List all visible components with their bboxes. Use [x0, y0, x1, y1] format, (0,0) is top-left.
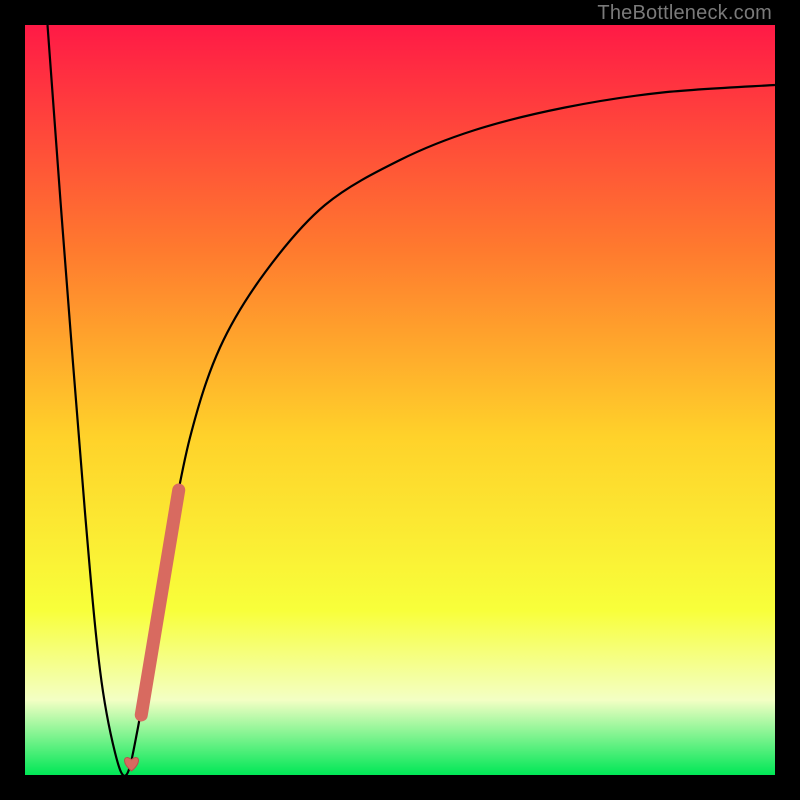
watermark-text: TheBottleneck.com — [597, 2, 772, 25]
chart-svg — [25, 25, 775, 775]
outer-frame: TheBottleneck.com — [0, 0, 800, 800]
plot-area — [25, 25, 775, 775]
gradient-background — [25, 25, 775, 775]
